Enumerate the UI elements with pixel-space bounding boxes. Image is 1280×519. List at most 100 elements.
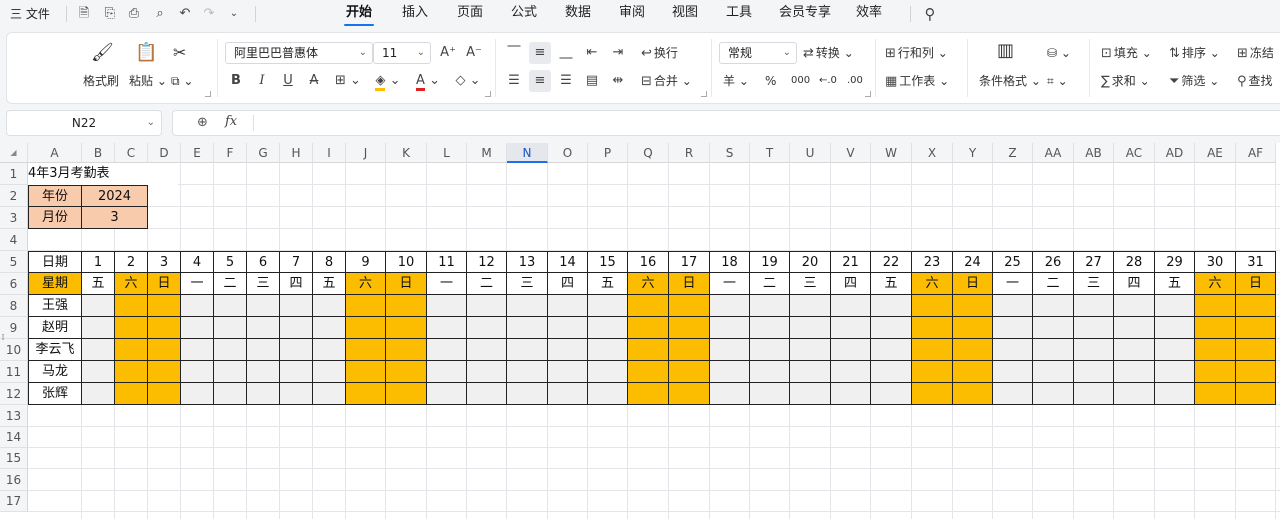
column-header-H[interactable]: H (280, 143, 313, 163)
attendance-cell[interactable] (1195, 339, 1236, 361)
dialog-launcher-icon[interactable] (865, 91, 871, 97)
date-cell[interactable]: 28 (1114, 251, 1155, 273)
attendance-cell[interactable] (467, 339, 507, 361)
date-cell[interactable]: 7 (280, 251, 313, 273)
attendance-cell[interactable] (790, 361, 831, 383)
attendance-cell[interactable] (993, 383, 1033, 405)
weekday-cell[interactable]: 六 (115, 273, 148, 295)
attendance-cell[interactable] (871, 317, 912, 339)
tab-1[interactable]: 插入 (396, 0, 434, 28)
attendance-cell[interactable] (1033, 339, 1074, 361)
attendance-cell[interactable] (346, 361, 386, 383)
column-header-I[interactable]: I (313, 143, 346, 163)
column-header-S[interactable]: S (710, 143, 750, 163)
date-cell[interactable]: 27 (1074, 251, 1114, 273)
date-cell[interactable]: 29 (1155, 251, 1195, 273)
weekday-cell[interactable]: 三 (1074, 273, 1114, 295)
attendance-cell[interactable] (831, 383, 871, 405)
row-header-6[interactable]: 6 (0, 273, 28, 295)
attendance-cell[interactable] (148, 339, 181, 361)
border-icon[interactable]: ⊞ ⌄ (331, 70, 365, 92)
date-cell[interactable]: 30 (1195, 251, 1236, 273)
fx-icon[interactable]: fx (225, 114, 237, 129)
decrease-font-icon[interactable]: A⁻ (463, 42, 485, 64)
weekday-cell[interactable]: 六 (912, 273, 953, 295)
attendance-cell[interactable] (588, 317, 628, 339)
weekday-cell[interactable]: 一 (993, 273, 1033, 295)
increase-decimal-icon[interactable]: ←.0 (819, 71, 837, 91)
attendance-cell[interactable] (181, 383, 214, 405)
weekday-cell[interactable]: 二 (1033, 273, 1074, 295)
weekday-cell[interactable]: 六 (346, 273, 386, 295)
rows-cols-button[interactable]: ⊞ 行和列 ⌄ (885, 43, 948, 64)
date-cell[interactable]: 25 (993, 251, 1033, 273)
weekday-cell[interactable]: 二 (467, 273, 507, 295)
column-header-C[interactable]: C (115, 143, 148, 163)
employee-name[interactable]: 张辉 (28, 383, 82, 405)
attendance-cell[interactable] (214, 383, 247, 405)
weekday-cell[interactable]: 六 (1195, 273, 1236, 295)
select-all-corner[interactable]: ◢ (0, 143, 28, 163)
row-header-15[interactable]: 15 (0, 448, 28, 469)
weekday-cell[interactable]: 六 (628, 273, 669, 295)
column-header-W[interactable]: W (871, 143, 912, 163)
attendance-cell[interactable] (628, 339, 669, 361)
attendance-cell[interactable] (953, 339, 993, 361)
year-value[interactable]: 2024 (82, 185, 148, 207)
date-cell[interactable]: 21 (831, 251, 871, 273)
format-painter-button[interactable]: 格式刷 (83, 71, 119, 91)
attendance-cell[interactable] (993, 361, 1033, 383)
date-cell[interactable]: 16 (628, 251, 669, 273)
print-icon[interactable]: ⎙ (124, 4, 144, 24)
row-header-2[interactable]: 2 (0, 185, 28, 207)
attendance-cell[interactable] (148, 383, 181, 405)
attendance-cell[interactable] (346, 383, 386, 405)
fill-button[interactable]: ⊡ 填充 ⌄ (1101, 43, 1152, 64)
weekday-cell[interactable]: 四 (1114, 273, 1155, 295)
date-cell[interactable]: 12 (467, 251, 507, 273)
attendance-cell[interactable] (548, 339, 588, 361)
column-header-B[interactable]: B (82, 143, 115, 163)
attendance-cell[interactable] (115, 361, 148, 383)
tab-6[interactable]: 视图 (666, 0, 704, 28)
attendance-cell[interactable] (548, 361, 588, 383)
attendance-cell[interactable] (831, 361, 871, 383)
attendance-cell[interactable] (280, 295, 313, 317)
column-header-R[interactable]: R (669, 143, 710, 163)
attendance-cell[interactable] (953, 317, 993, 339)
attendance-cell[interactable] (507, 361, 548, 383)
tab-5[interactable]: 审阅 (613, 0, 651, 28)
attendance-cell[interactable] (790, 383, 831, 405)
column-header-T[interactable]: T (750, 143, 790, 163)
weekday-cell[interactable]: 日 (669, 273, 710, 295)
attendance-cell[interactable] (871, 383, 912, 405)
row-header-1[interactable]: 1 (0, 163, 28, 185)
attendance-cell[interactable] (148, 317, 181, 339)
attendance-cell[interactable] (280, 339, 313, 361)
weekday-cell[interactable]: 日 (148, 273, 181, 295)
redo-icon[interactable]: ↷ (199, 4, 219, 24)
font-color-icon[interactable]: A ⌄ (411, 70, 445, 92)
tab-0[interactable]: 开始 (340, 0, 378, 28)
attendance-cell[interactable] (993, 339, 1033, 361)
freeze-button[interactable]: ⊞ 冻结 (1237, 43, 1274, 64)
attendance-cell[interactable] (1155, 339, 1195, 361)
attendance-cell[interactable] (1155, 317, 1195, 339)
align-middle-icon[interactable]: ≡ (529, 42, 551, 64)
column-header-AA[interactable]: AA (1033, 143, 1074, 163)
column-header-E[interactable]: E (181, 143, 214, 163)
undo-icon[interactable]: ↶ (175, 4, 195, 24)
attendance-cell[interactable] (467, 383, 507, 405)
date-cell[interactable]: 24 (953, 251, 993, 273)
attendance-cell[interactable] (427, 361, 467, 383)
date-cell[interactable]: 14 (548, 251, 588, 273)
attendance-cell[interactable] (148, 295, 181, 317)
row-header-14[interactable]: 14 (0, 427, 28, 448)
decrease-decimal-icon[interactable]: .00 (847, 71, 863, 91)
attendance-cell[interactable] (1033, 383, 1074, 405)
attendance-cell[interactable] (247, 383, 280, 405)
attendance-cell[interactable] (181, 361, 214, 383)
attendance-cell[interactable] (993, 317, 1033, 339)
underline-icon[interactable]: U (277, 70, 299, 92)
attendance-cell[interactable] (214, 295, 247, 317)
